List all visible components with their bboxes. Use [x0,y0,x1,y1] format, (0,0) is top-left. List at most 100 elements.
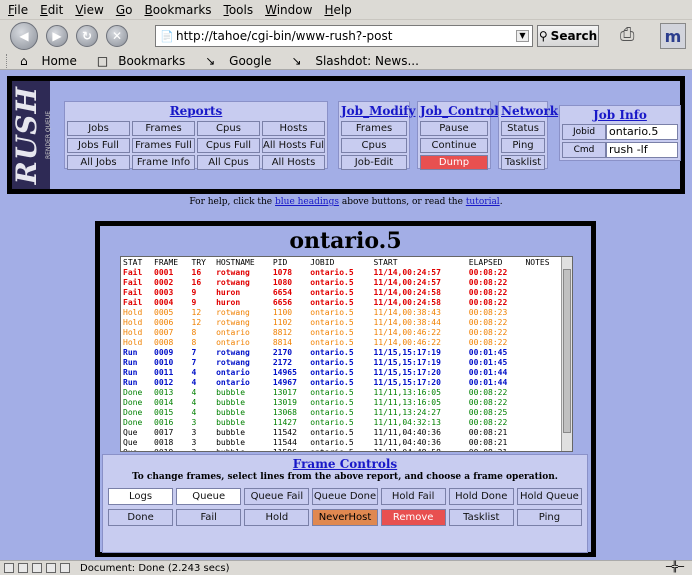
report-scrollbar[interactable] [561,257,572,451]
frame-queue-done-button[interactable]: Queue Done [312,488,378,505]
jobid-button[interactable]: Jobid [562,124,606,140]
frame-hold-button[interactable]: Hold [244,509,310,526]
job-control-heading[interactable]: Job_Control [420,104,499,119]
cpus-full-button[interactable]: Cpus Full [197,138,260,153]
jobid-field[interactable]: ontario.5 [606,124,678,140]
table-row[interactable]: Que 0018 3 bubble 11544 ontario.5 11/11,04:40:… [121,438,561,448]
mail-icon[interactable] [18,563,28,573]
all-cpus-button[interactable]: All Cpus [197,155,260,170]
all-jobs-button[interactable]: All Jobs [67,155,130,170]
cell-notes [523,438,561,448]
reports-heading[interactable]: Reports [67,104,325,119]
table-row[interactable]: Fail 0001 16 rotwang 1078 ontario.5 11/14,00:2… [121,268,561,278]
menu-tools[interactable]: Tools [224,3,254,17]
frame-done-button[interactable]: Done [108,509,174,526]
frame-logs-button[interactable]: Logs [108,488,174,505]
table-row[interactable]: Run 0010 7 rotwang 2172 ontario.5 11/15,15:17:… [121,358,561,368]
table-row[interactable]: Fail 0002 16 rotwang 1080 ontario.5 11/14,00:2… [121,278,561,288]
url-dropdown-icon[interactable]: ▼ [516,30,529,42]
table-row[interactable]: Fail 0004 9 huron 6656 ontario.5 11/14,00:24:5… [121,298,561,308]
table-row[interactable]: Fail 0003 9 huron 6654 ontario.5 11/14,00:24:5… [121,288,561,298]
job-modify-cpus-button[interactable]: Cpus [341,138,407,153]
search-button[interactable]: ⚲ Search [537,25,599,47]
job-modify-frames-button[interactable]: Frames [341,121,407,136]
frame-neverhost-button[interactable]: NeverHost [312,509,378,526]
jobs-button[interactable]: Jobs [67,121,130,136]
menu-view[interactable]: View [75,3,103,17]
menu-edit[interactable]: Edit [40,3,63,17]
frame-controls-heading[interactable]: Frame Controls [103,457,587,471]
composer-icon[interactable] [32,563,42,573]
cell-frame: 0001 [154,268,174,277]
menu-help[interactable]: Help [324,3,351,17]
table-row[interactable]: Run 0011 4 ontario 14965 ontario.5 11/15,15:17… [121,368,561,378]
menu-file[interactable]: File [8,3,28,17]
print-icon[interactable]: ⎙ [620,24,634,45]
table-row[interactable]: Hold 0006 12 rotwang 1102 ontario.5 11/14,00:3… [121,318,561,328]
menu-go[interactable]: Go [116,3,133,17]
table-row[interactable]: Que00193bubble11596ontario.511/11,04:48:… [121,448,561,451]
frame-ping-button[interactable]: Ping [516,509,582,526]
table-row[interactable]: Run 0009 7 rotwang 2170 ontario.5 11/15,15:17:… [121,348,561,358]
bookmark-home[interactable]: ⌂ Home [20,54,87,68]
frame-hold-queue-button[interactable]: Hold Queue [516,488,582,505]
network-status-button[interactable]: Status [501,121,545,136]
frame-fail-button[interactable]: Fail [176,509,242,526]
network-ping-button[interactable]: Ping [501,138,545,153]
table-row[interactable]: Done 0013 4 bubble 13017 ontario.5 11/11,13:16… [121,388,561,398]
bookmark-google[interactable]: ↘ Google [205,54,281,68]
scrollbar-thumb[interactable] [563,269,571,433]
navigator-icon[interactable] [4,563,14,573]
job-modify-job-edit-button[interactable]: Job-Edit [341,155,407,170]
table-row[interactable]: Run 0012 4 ontario 14967 ontario.5 11/15,15:17… [121,378,561,388]
bookmark-bookmarks[interactable]: □ Bookmarks [97,54,195,68]
frame-queue-button[interactable]: Queue [176,488,242,505]
network-tasklist-button[interactable]: Tasklist [501,155,545,170]
job-control-pause-button[interactable]: Pause [420,121,488,136]
hosts-button[interactable]: Hosts [262,121,325,136]
table-row[interactable]: Hold 0008 8 ontario 8814 ontario.5 11/14,00:46… [121,338,561,348]
table-row[interactable]: Hold 0007 8 ontario 8812 ontario.5 11/14,00:46… [121,328,561,338]
blue-headings-link[interactable]: blue headings [275,197,339,207]
network-heading[interactable]: Network [501,104,558,119]
all-hosts-full-button[interactable]: All Hosts Full [262,138,325,153]
table-row[interactable]: Done 0016 3 bubble 11427 ontario.5 11/11,04:32… [121,418,561,428]
frame-info-button[interactable]: Frame Info [132,155,195,170]
frame-tasklist-button[interactable]: Tasklist [448,509,514,526]
url-bar[interactable]: 📄 http://tahoe/cgi-bin/www-rush?-post ▼ [155,25,533,47]
job-control-dump-button[interactable]: Dump [420,155,488,170]
stop-icon[interactable]: ✕ [106,25,128,47]
cmd-field[interactable]: rush -lf [606,142,678,158]
frame-remove-button[interactable]: Remove [380,509,446,526]
table-row[interactable]: Done 0014 4 bubble 13019 ontario.5 11/11,13:16… [121,398,561,408]
frame-hold-done-button[interactable]: Hold Done [448,488,514,505]
menu-window[interactable]: Window [265,3,312,17]
cell-notes [523,268,561,278]
back-icon[interactable]: ◀ [10,22,38,50]
table-row[interactable]: Que 0017 3 bubble 11542 ontario.5 11/11,04:40:… [121,428,561,438]
job-info-heading[interactable]: Job Info [562,108,678,122]
cpus-button[interactable]: Cpus [197,121,260,136]
table-row[interactable]: Hold 0005 12 rotwang 1100 ontario.5 11/14,00:3… [121,308,561,318]
throbber-icon[interactable]: m [660,23,686,49]
frame-queue-fail-button[interactable]: Queue Fail [244,488,310,505]
tutorial-link[interactable]: tutorial [466,197,500,207]
menu-bookmarks[interactable]: Bookmarks [144,3,211,17]
job-control-continue-button[interactable]: Continue [420,138,488,153]
cmd-button[interactable]: Cmd [562,142,606,158]
chat-icon[interactable] [60,563,70,573]
cell-start: 11/11,04:48:58 [371,448,466,451]
bookmark-slashdot-news[interactable]: ↘ Slashdot: News... [291,54,428,68]
frame-report[interactable]: STAT FRAME TRY HOSTNAME PID JOBID START ELAPSED… [120,256,573,452]
frames-button[interactable]: Frames [132,121,195,136]
reload-icon[interactable]: ↻ [76,25,98,47]
frame-hold-fail-button[interactable]: Hold Fail [380,488,446,505]
frames-full-button[interactable]: Frames Full [132,138,195,153]
all-hosts-button[interactable]: All Hosts [262,155,325,170]
table-row[interactable]: Done 0015 4 bubble 13068 ontario.5 11/11,13:24… [121,408,561,418]
job-modify-heading[interactable]: Job_Modify [341,104,415,119]
forward-icon[interactable]: ▶ [46,25,68,47]
jobs-full-button[interactable]: Jobs Full [67,138,130,153]
addressbook-icon[interactable] [46,563,56,573]
toolbar-grip[interactable] [6,53,10,68]
